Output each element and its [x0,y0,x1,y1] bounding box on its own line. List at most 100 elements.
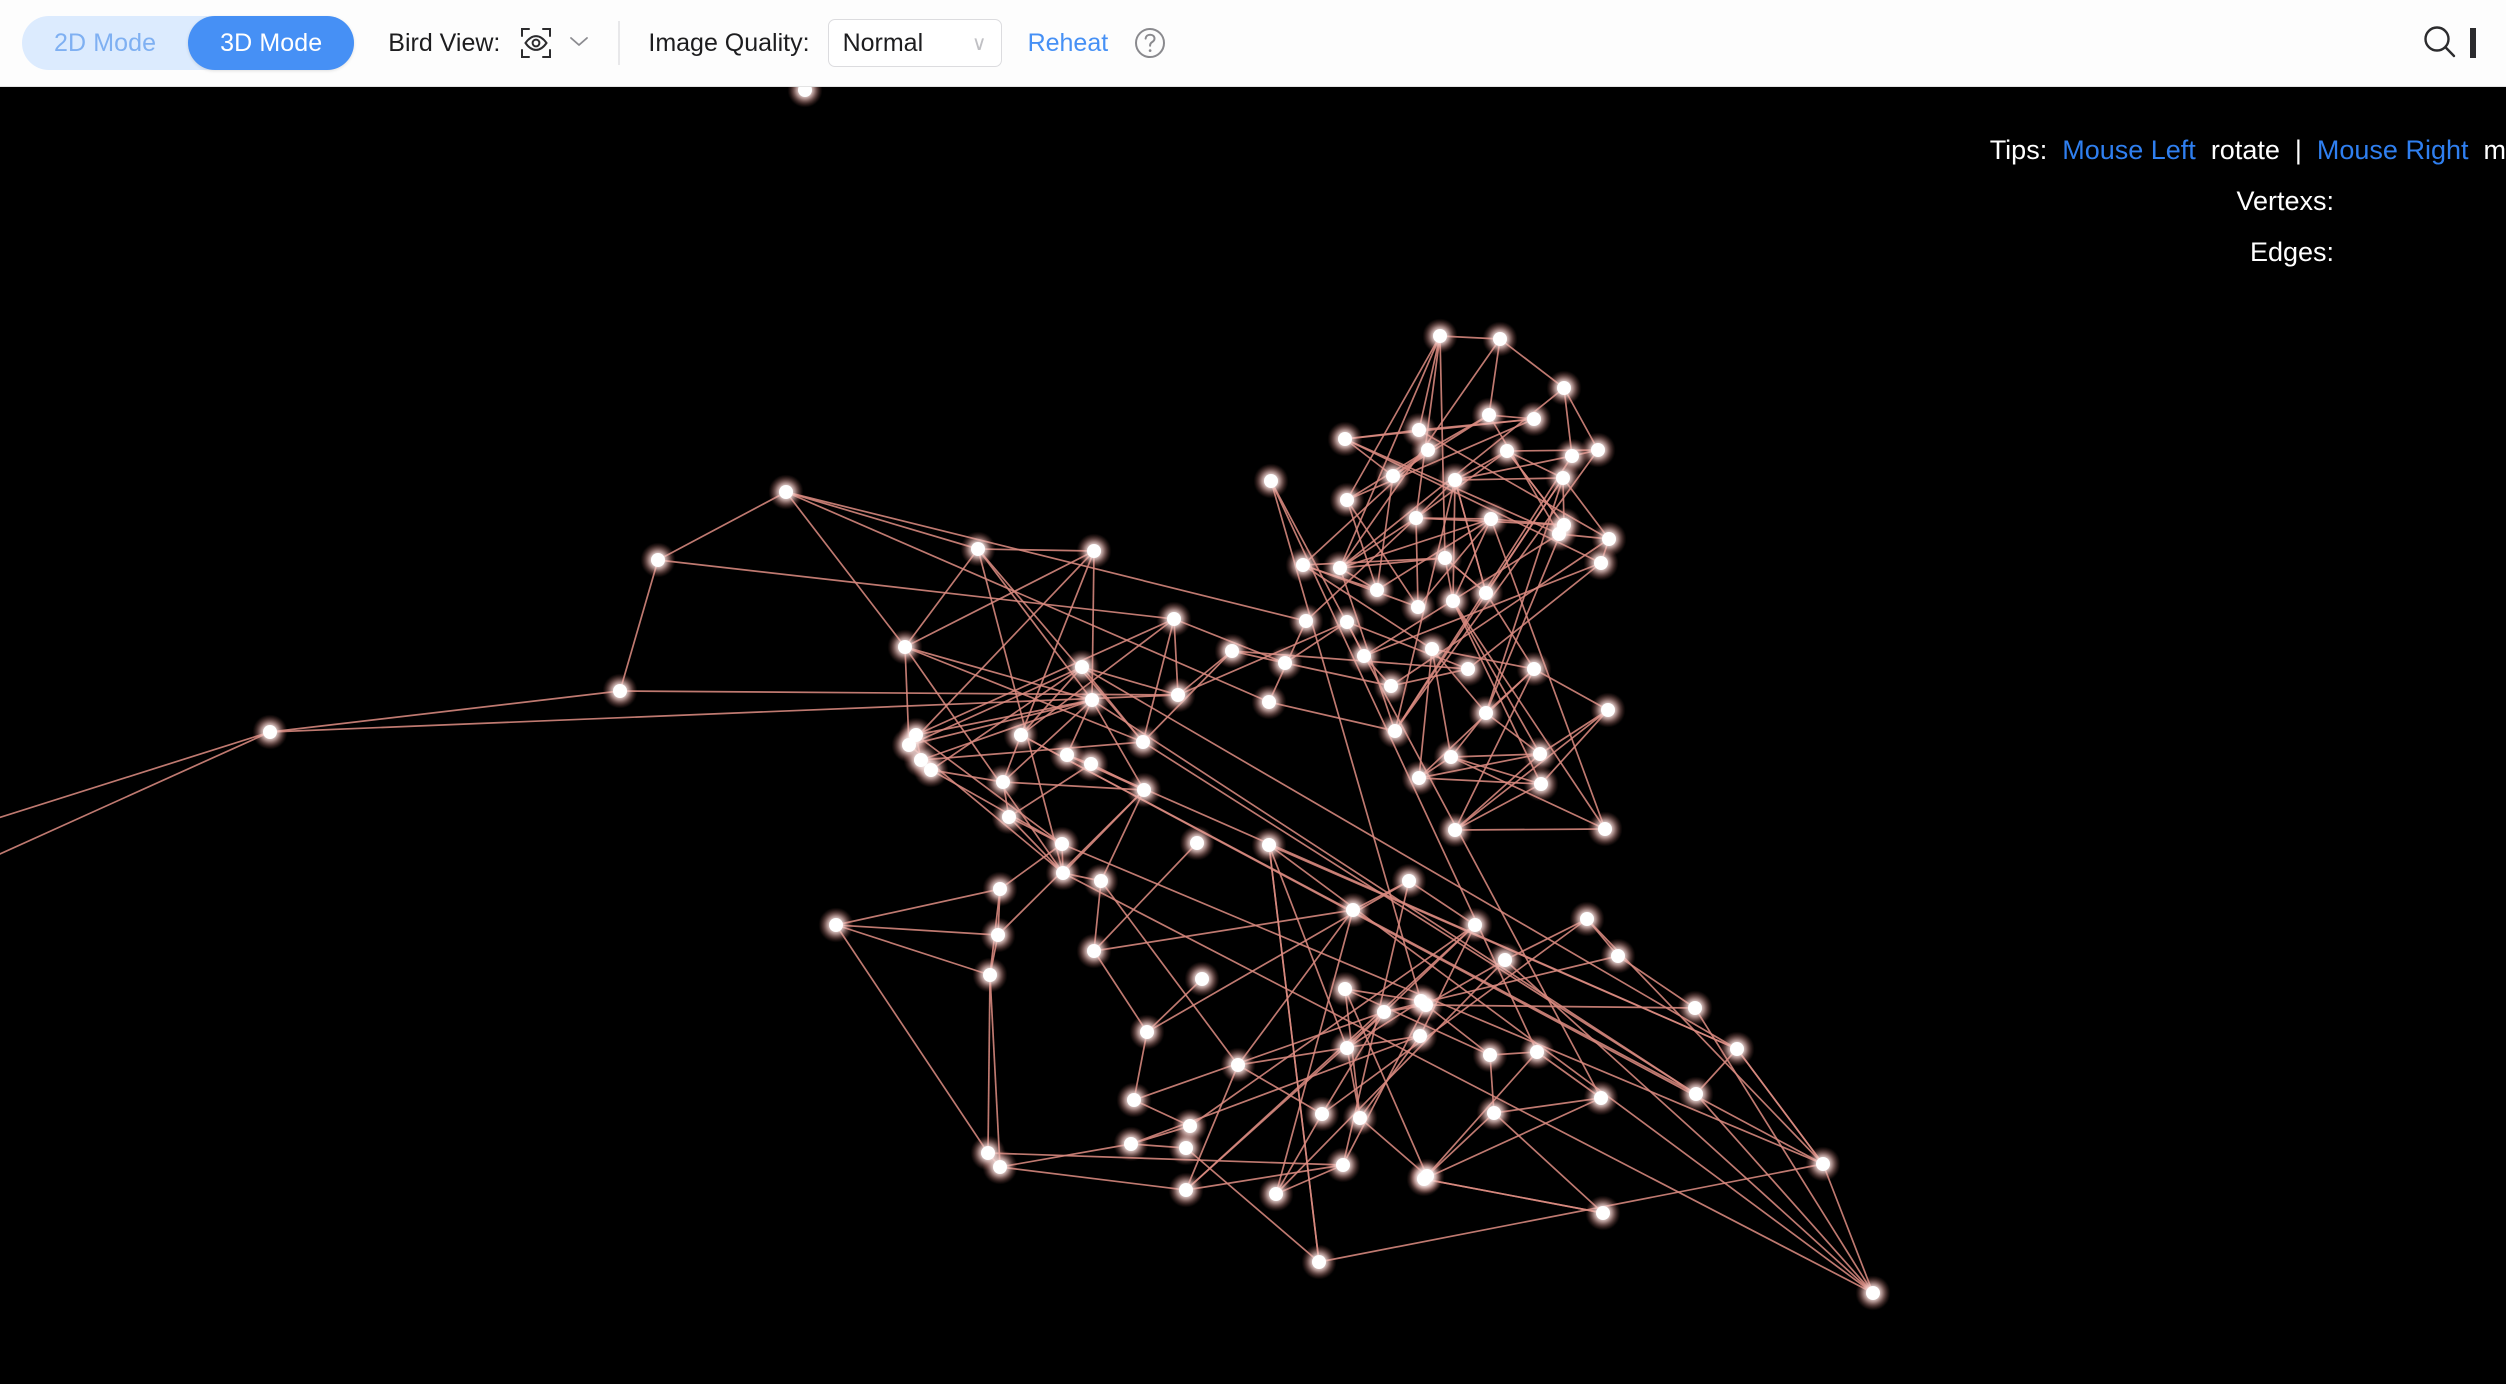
graph-node[interactable] [1402,874,1416,888]
search-icon[interactable] [2418,21,2462,65]
graph-node[interactable] [651,553,665,567]
graph-node[interactable] [1171,688,1185,702]
graph-node[interactable] [1500,444,1514,458]
graph-node[interactable] [1493,332,1507,346]
graph-node[interactable] [1565,449,1579,463]
graph-node[interactable] [1137,783,1151,797]
graph-node[interactable] [1167,612,1181,626]
graph-node[interactable] [898,640,912,654]
question-circle-icon[interactable] [1132,25,1168,61]
graph-node[interactable] [1340,1041,1354,1055]
graph-node[interactable] [1014,728,1028,742]
graph-node[interactable] [1484,512,1498,526]
graph-node[interactable] [1084,757,1098,771]
graph-node[interactable] [613,684,627,698]
graph-node[interactable] [1353,1111,1367,1125]
graph-node[interactable] [1557,381,1571,395]
graph-node[interactable] [1482,408,1496,422]
graph-node[interactable] [1533,747,1547,761]
graph-node[interactable] [1580,912,1594,926]
graph-node[interactable] [1340,615,1354,629]
graph-node[interactable] [1556,471,1570,485]
graph-node[interactable] [1816,1157,1830,1171]
reheat-button[interactable]: Reheat [1028,29,1109,58]
graph-node[interactable] [1085,693,1099,707]
graph-node[interactable] [1264,474,1278,488]
chevron-down-icon[interactable] [568,34,590,53]
graph-node[interactable] [1498,953,1512,967]
graph-node[interactable] [1448,473,1462,487]
graph-node[interactable] [1411,600,1425,614]
graph-node[interactable] [1333,561,1347,575]
graph-node[interactable] [1262,838,1276,852]
graph-node[interactable] [1412,771,1426,785]
graph-node[interactable] [909,728,923,742]
graph-node[interactable] [1601,703,1615,717]
graph-node[interactable] [1225,644,1239,658]
graph-node[interactable] [1527,662,1541,676]
graph-node[interactable] [1127,1093,1141,1107]
graph-node[interactable] [1179,1141,1193,1155]
graph-node[interactable] [1056,866,1070,880]
graph-node[interactable] [1336,1158,1350,1172]
graph-node[interactable] [1384,679,1398,693]
tab-3d-mode[interactable]: 3D Mode [188,16,355,70]
graph-node[interactable] [1136,735,1150,749]
graph-node[interactable] [1444,750,1458,764]
graph-node[interactable] [1730,1042,1744,1056]
graph-node[interactable] [1487,1106,1501,1120]
graph-node[interactable] [1338,982,1352,996]
graph-node[interactable] [1530,1045,1544,1059]
graph-node[interactable] [981,1146,995,1160]
graph-node[interactable] [1419,998,1433,1012]
graph-node[interactable] [1602,532,1616,546]
graph-node[interactable] [1338,432,1352,446]
graph-node[interactable] [1060,748,1074,762]
graph-node[interactable] [1412,423,1426,437]
graph-node[interactable] [1866,1286,1880,1300]
graph-node[interactable] [1370,583,1384,597]
graph-node[interactable] [1296,558,1310,572]
graph-node[interactable] [1461,662,1475,676]
graph-node[interactable] [1278,656,1292,670]
graph-node[interactable] [1124,1137,1138,1151]
graph-node[interactable] [1179,1183,1193,1197]
graph-node[interactable] [1425,642,1439,656]
graph-node[interactable] [1468,918,1482,932]
graph-node[interactable] [993,1160,1007,1174]
graph-node[interactable] [993,882,1007,896]
graph-node[interactable] [1140,1025,1154,1039]
graph-node[interactable] [1087,944,1101,958]
graph-node[interactable] [1002,810,1016,824]
graph-node[interactable] [1357,649,1371,663]
graph-node[interactable] [1315,1107,1329,1121]
image-quality-select[interactable]: Normal ∨ [827,19,1002,67]
graph-node[interactable] [1269,1187,1283,1201]
graph-node[interactable] [1448,823,1462,837]
graph-node[interactable] [1591,443,1605,457]
graph-node[interactable] [1421,443,1435,457]
graph-node[interactable] [924,763,938,777]
graph-node[interactable] [983,968,997,982]
graph-node[interactable] [1262,695,1276,709]
graph-node[interactable] [1377,1005,1391,1019]
graph-node[interactable] [991,928,1005,942]
graph-node[interactable] [1190,836,1204,850]
graph-node[interactable] [1594,1091,1608,1105]
graph-node[interactable] [1094,874,1108,888]
graph-node[interactable] [1346,903,1360,917]
graph-node[interactable] [1075,660,1089,674]
graph-node[interactable] [263,725,277,739]
graph-node[interactable] [1534,777,1548,791]
force-graph-svg[interactable] [0,87,2506,1384]
graph-node[interactable] [1479,586,1493,600]
graph-node[interactable] [1446,594,1460,608]
graph-node[interactable] [1409,511,1423,525]
graph-node[interactable] [1527,412,1541,426]
graph-node[interactable] [914,753,928,767]
graph-node[interactable] [1413,1029,1427,1043]
graph-node[interactable] [1596,1206,1610,1220]
graph-node[interactable] [1552,527,1566,541]
graph-node[interactable] [779,485,793,499]
graph-node[interactable] [971,542,985,556]
